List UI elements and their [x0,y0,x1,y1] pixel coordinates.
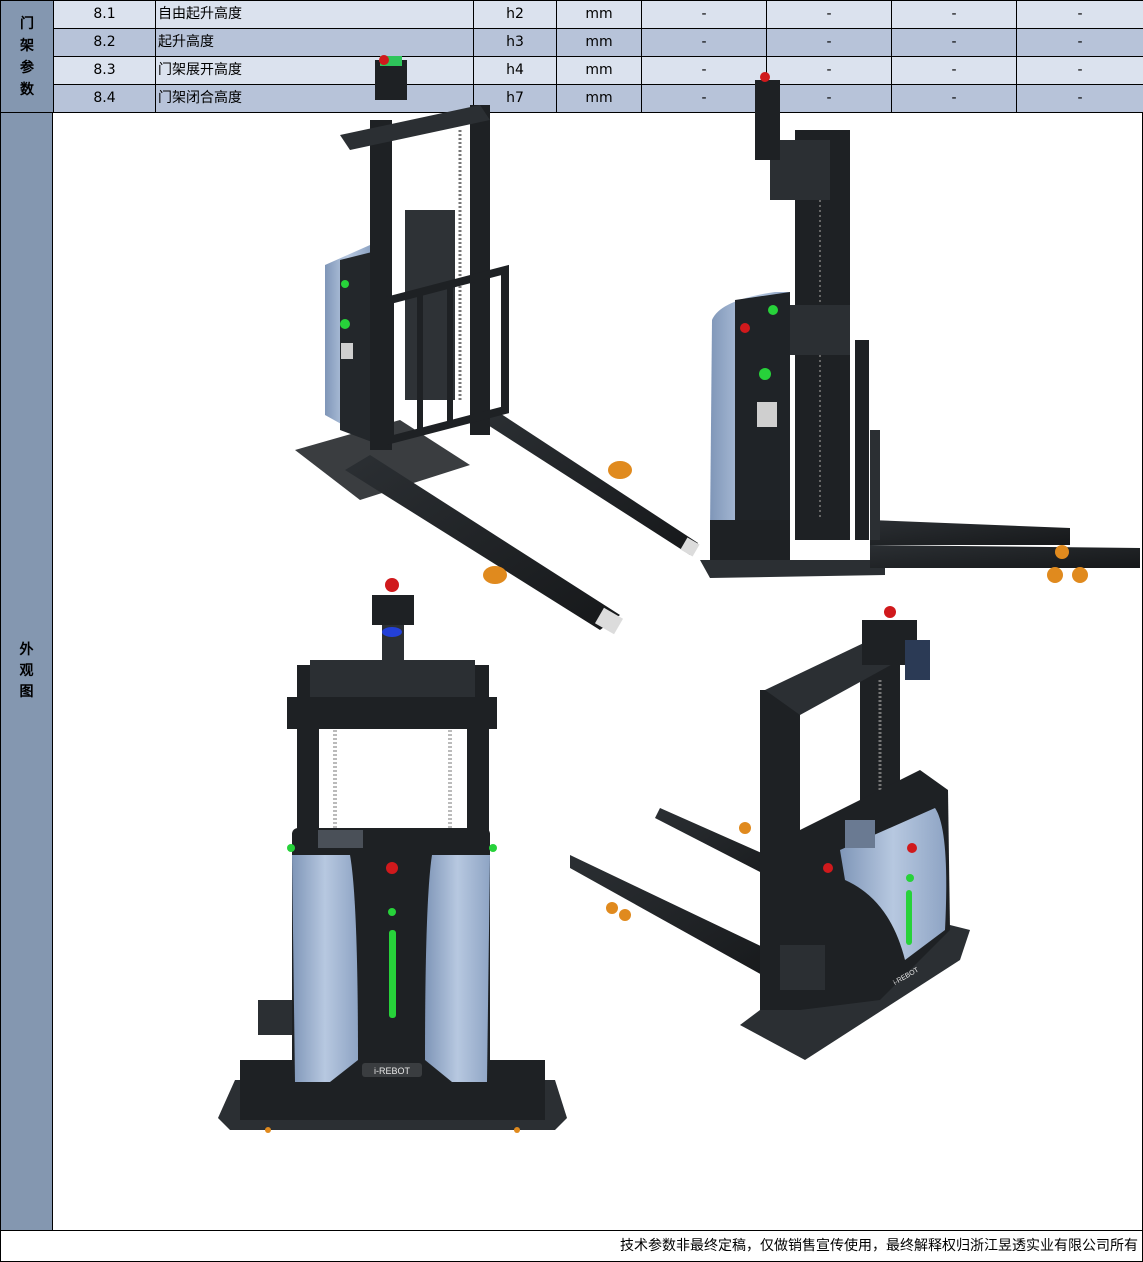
roller-wheel-icon [514,1127,520,1133]
roller-wheel-icon [1055,545,1069,559]
truck-view-side [700,72,1140,583]
roller-wheel-icon [1072,567,1088,583]
footer-disclaimer: 技术参数非最终定稿，仅做销售宣传使用，最终解释权归浙江昱透实业有限公司所有 [0,1231,1143,1262]
roller-wheel-icon [1047,567,1063,583]
truck-view-rear-left-isometric [295,55,700,635]
roller-wheel-icon [619,909,631,921]
status-led-icon [340,319,350,329]
red-indicator-icon [907,843,917,853]
roller-wheel-icon [483,566,507,584]
product-illustrations: i-REBOT i-REBOT [218,55,1140,1133]
status-led-icon [489,844,497,852]
status-led-icon [388,908,396,916]
roller-wheel-icon [265,1127,271,1133]
status-led-icon [341,280,349,288]
emergency-stop-icon [884,606,896,618]
status-led-icon [759,368,771,380]
status-led-icon [287,844,295,852]
roller-wheel-icon [608,461,632,479]
truck-view-front-right-isometric: i-REBOT [570,606,970,1060]
truck-view-rear: i-REBOT [218,578,567,1133]
status-led-icon [768,305,778,315]
red-indicator-icon [386,862,398,874]
emergency-stop-icon [385,578,399,592]
red-indicator-icon [823,863,833,873]
led-strip-icon [389,930,396,1018]
roller-wheel-icon [739,822,751,834]
led-strip-icon [906,890,912,945]
status-led-icon [906,874,914,882]
spec-sheet: 门架参数 8.1 自由起升高度 h2 mm - - - - 8.2 起升高度 h… [0,0,1143,1262]
emergency-stop-icon [760,72,770,82]
red-indicator-icon [740,323,750,333]
brand-logo-rear: i-REBOT [374,1066,411,1076]
roller-wheel-icon [606,902,618,914]
emergency-stop-icon [379,55,389,65]
